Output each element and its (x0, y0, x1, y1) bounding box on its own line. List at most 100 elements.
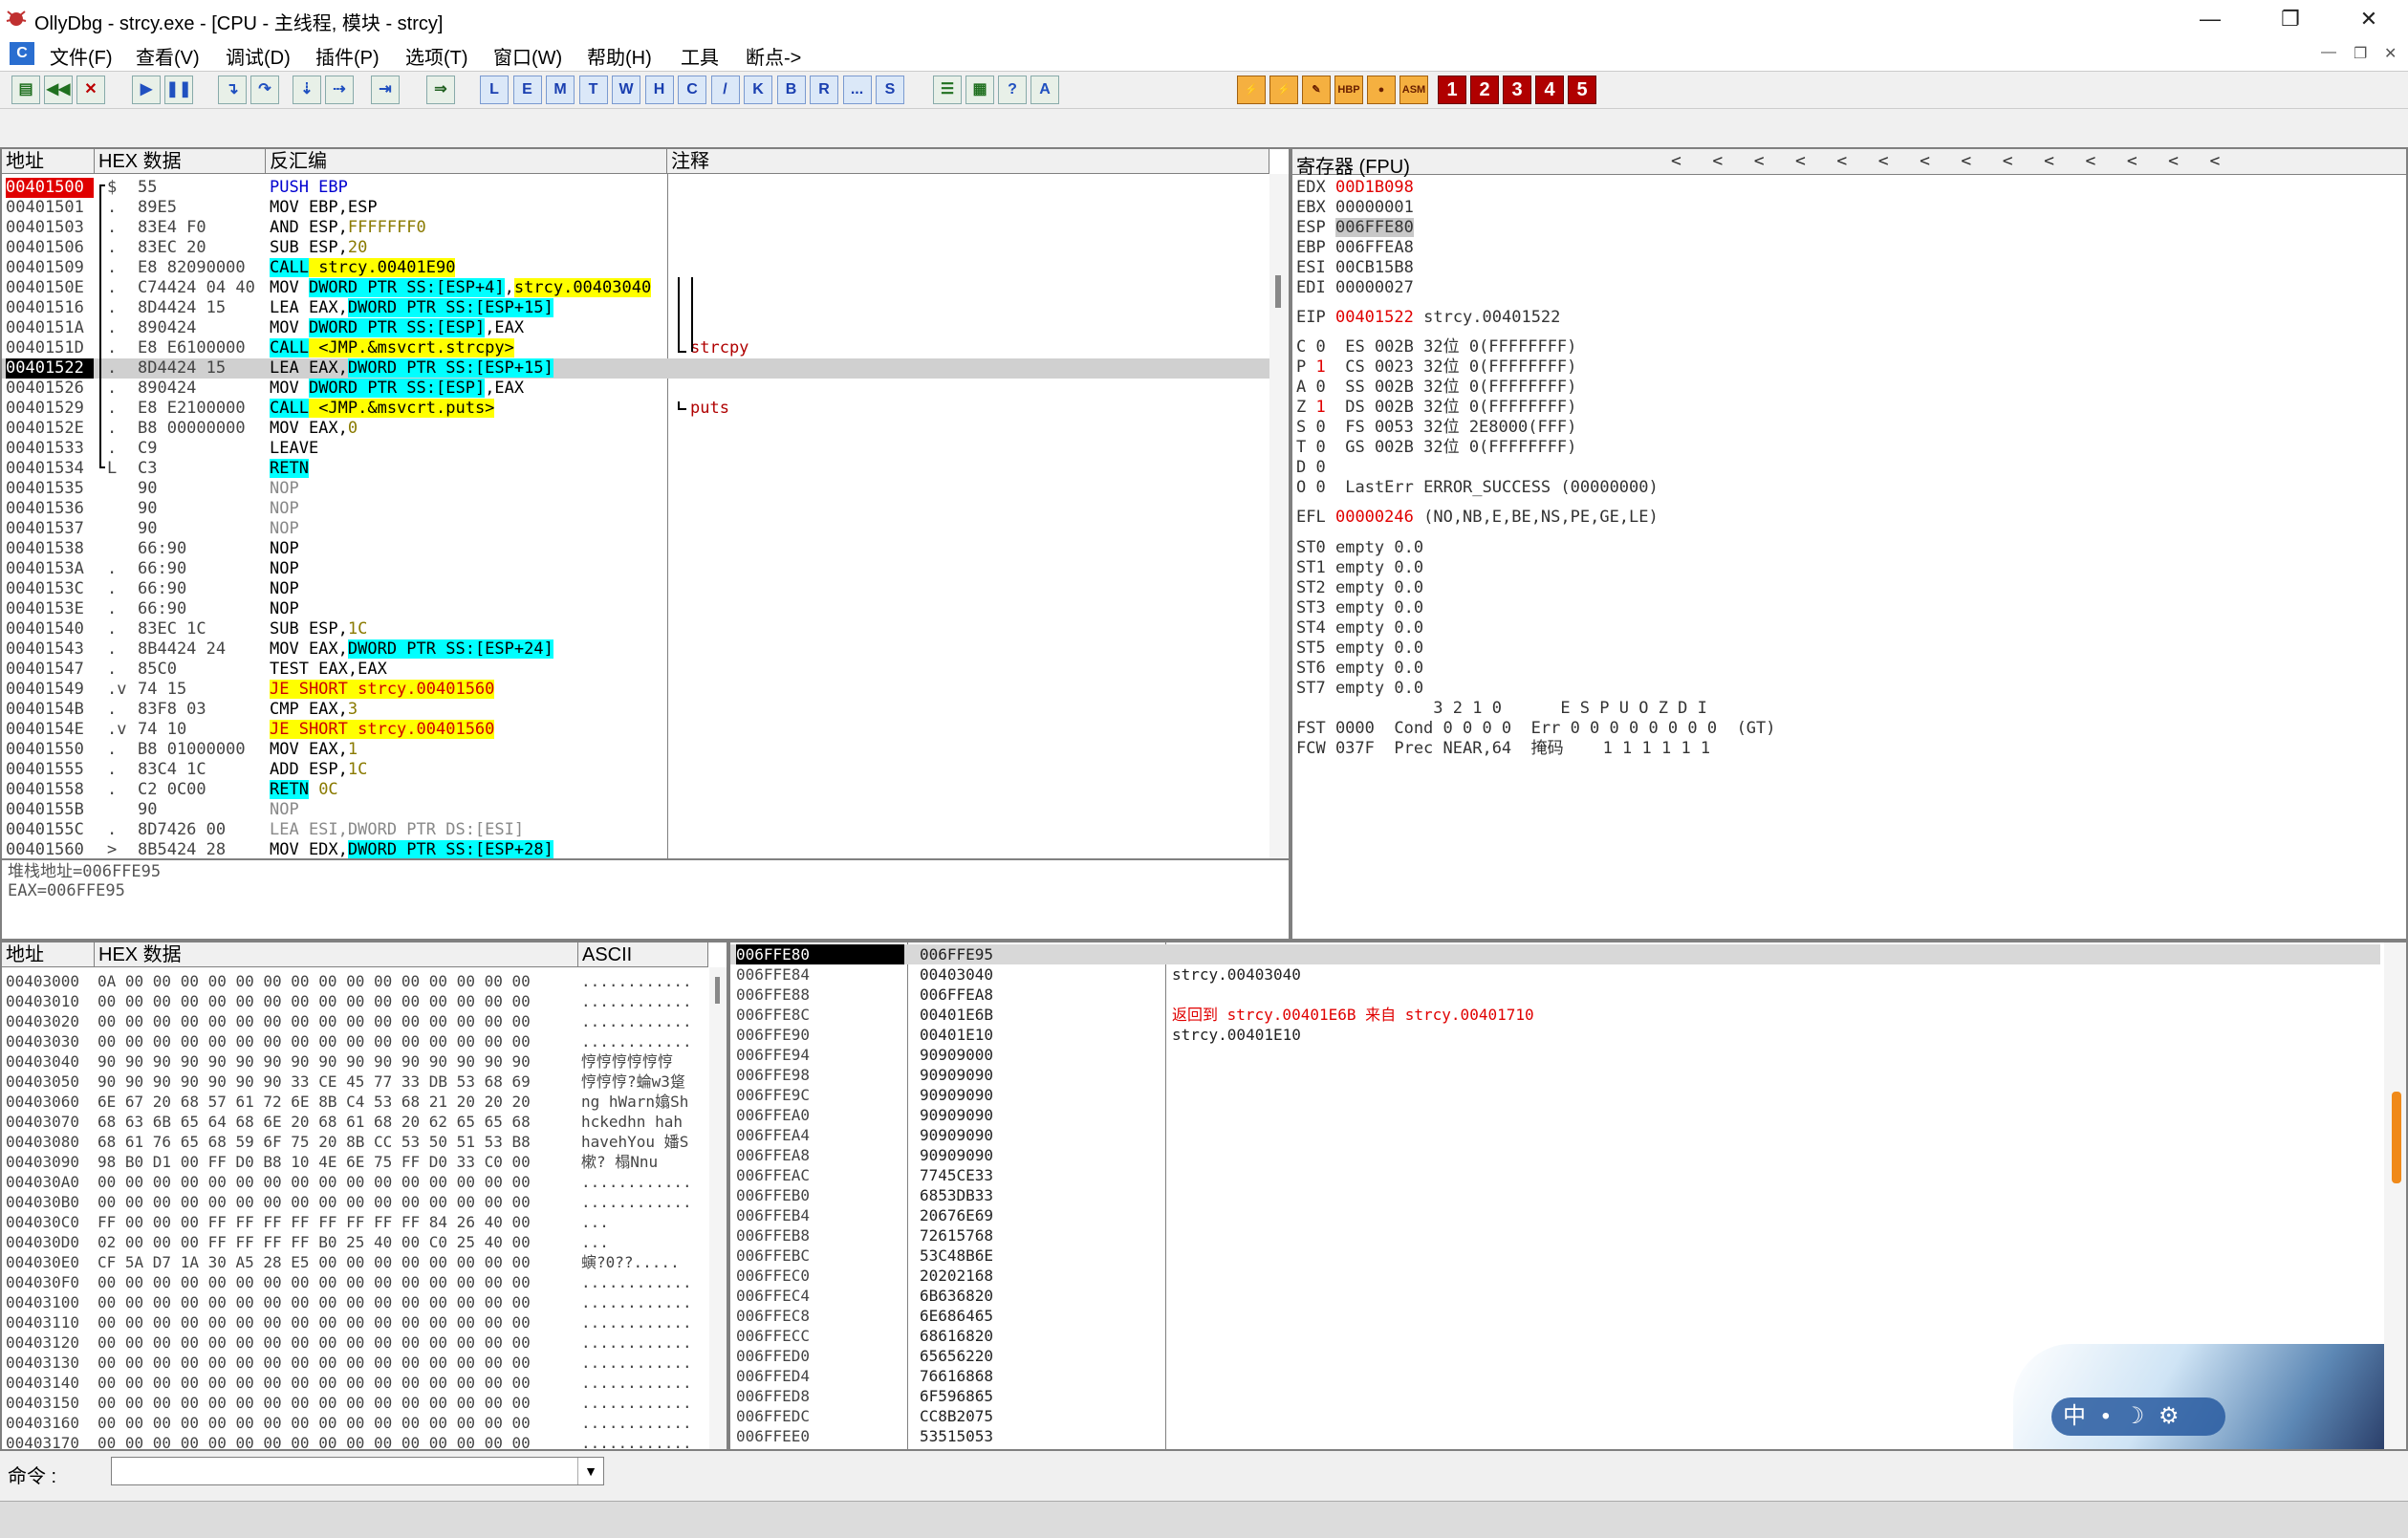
disasm-row[interactable]: 0040153C. 66:90 NOP (2, 579, 1269, 599)
register-value[interactable]: 00401522 (1335, 308, 1414, 327)
flag-value[interactable]: 0 (1316, 337, 1326, 357)
stack-row[interactable]: 006FFEC8 6E686465 (730, 1306, 2380, 1326)
breakpoint-icon[interactable]: ● (1367, 76, 1396, 104)
disasm-row[interactable]: 00401536 90 NOP (2, 499, 1269, 519)
flag-p[interactable]: P 1 CS 0023 32位 0(FFFFFFFF) (1296, 357, 1576, 378)
dump-row[interactable]: 00403100 00 00 00 00 00 00 00 00 00 00 00… (2, 1292, 709, 1312)
register-efl[interactable]: EFL 00000246 (NO,NB,E,BE,NS,PE,GE,LE) (1296, 508, 1659, 528)
disasm-row[interactable]: 0040154E .v 74 10 JE SHORT strcy.00401560 (2, 720, 1269, 740)
col-comment[interactable]: 注释 (667, 149, 1269, 174)
register-value[interactable]: 00000027 (1335, 278, 1414, 297)
register-value[interactable]: 00CB15B8 (1335, 258, 1414, 277)
grid-icon[interactable]: ▦ (965, 76, 994, 104)
mdi-minimize-button[interactable]: — (2321, 44, 2336, 61)
stack-row[interactable]: 006FFECC 68616820 (730, 1326, 2380, 1346)
tool2-icon[interactable]: ⚡ (1269, 76, 1298, 104)
stack-row[interactable]: 006FFE84 00403040 strcy.00403040 (730, 964, 2380, 985)
menu-item-1[interactable]: 查看(V) (136, 42, 200, 70)
dump-row[interactable]: 00403110 00 00 00 00 00 00 00 00 00 00 00… (2, 1312, 709, 1332)
cpu-window-icon[interactable]: C (10, 42, 34, 65)
flag-value[interactable]: 1 (1316, 398, 1326, 417)
dump-row[interactable]: 00403170 00 00 00 00 00 00 00 00 00 00 00… (2, 1433, 709, 1449)
fpu-register-st0[interactable]: ST0 empty 0.0 (1296, 538, 1423, 558)
register-edi[interactable]: EDI 00000027 (1296, 278, 1414, 298)
disasm-row[interactable]: 00401503. 83E4 F0 AND ESP,FFFFFFF0 (2, 218, 1269, 238)
ime-lang-indicator[interactable]: 中 (2063, 1403, 2086, 1429)
dump-row[interactable]: 00403000 0A 00 00 00 00 00 00 00 00 00 00… (2, 971, 709, 991)
toolbar-letter-2[interactable]: M (546, 76, 575, 104)
menu-item-6[interactable]: 帮助(H) (587, 42, 652, 70)
dump-row[interactable]: 00403040 90 90 90 90 90 90 90 90 90 90 90… (2, 1051, 709, 1072)
goto-icon[interactable]: ⇒ (426, 76, 455, 104)
register-ebp[interactable]: EBP 006FFEA8 (1296, 238, 1414, 258)
disasm-row[interactable]: 00401506. 83EC 20 SUB ESP,20 (2, 238, 1269, 258)
stack-row[interactable]: 006FFEB8 72615768 (730, 1225, 2380, 1246)
fpu-register-st5[interactable]: ST5 empty 0.0 (1296, 639, 1423, 659)
dump-row[interactable]: 00403020 00 00 00 00 00 00 00 00 00 00 00… (2, 1011, 709, 1031)
menu-item-4[interactable]: 选项(T) (405, 42, 468, 70)
register-eip[interactable]: EIP 00401522 strcy.00401522 (1296, 308, 1560, 328)
tool1-icon[interactable]: ⚡ (1237, 76, 1266, 104)
stack-row[interactable]: 006FFEA8 90909090 (730, 1145, 2380, 1165)
ime-settings-icon[interactable]: ⚙ (2159, 1403, 2180, 1429)
dump-row[interactable]: 00403130 00 00 00 00 00 00 00 00 00 00 00… (2, 1353, 709, 1373)
help-icon[interactable]: ? (998, 76, 1027, 104)
menu-item-2[interactable]: 调试(D) (226, 42, 291, 70)
disasm-row[interactable]: 0040150E. C74424 04 40 MOV DWORD PTR SS:[E… (2, 278, 1269, 298)
menu-item-3[interactable]: 插件(P) (315, 42, 380, 70)
flag-value[interactable]: 0 (1316, 438, 1326, 457)
ime-punct-icon[interactable]: • (2102, 1403, 2110, 1429)
fpu-control-word[interactable]: FCW 037F Prec NEAR,64 掩码 1 1 1 1 1 1 (1296, 739, 1710, 759)
fpu-register-st7[interactable]: ST7 empty 0.0 (1296, 679, 1423, 699)
register-esi[interactable]: ESI 00CB15B8 (1296, 258, 1414, 278)
dump-col-ascii[interactable]: ASCII (578, 942, 708, 967)
step-over-icon[interactable]: ↷ (250, 76, 279, 104)
flag-c[interactable]: C 0 ES 002B 32位 0(FFFFFFFF) (1296, 337, 1576, 357)
registers-header[interactable]: 寄存器 (FPU) (1296, 151, 1410, 179)
stack-row[interactable]: 006FFE80 006FFE95 (730, 944, 2380, 964)
toolbar-number-2[interactable]: 2 (1470, 76, 1499, 104)
stack-row[interactable]: 006FFEBC 53C48B6E (730, 1246, 2380, 1266)
flag-value[interactable]: 0 (1316, 458, 1326, 477)
stack-row[interactable]: 006FFE94 90909000 (730, 1045, 2380, 1065)
disasm-row[interactable]: 0040151D. E8 E6100000 CALL <JMP.&msvcrt.st… (2, 338, 1269, 358)
disasm-row[interactable]: 00401555. 83C4 1C ADD ESP,1C (2, 760, 1269, 780)
disasm-row[interactable]: 00401560 >8B5424 28 MOV EDX,DWORD PTR SS:[… (2, 840, 1269, 858)
font-icon[interactable]: A (1030, 76, 1059, 104)
dump-row[interactable]: 00403150 00 00 00 00 00 00 00 00 00 00 00… (2, 1393, 709, 1413)
col-address[interactable]: 地址 (2, 149, 95, 174)
toolbar-letter-7[interactable]: / (710, 76, 740, 104)
disasm-row[interactable]: 0040154B. 83F8 03 CMP EAX,3 (2, 700, 1269, 720)
menu-item-7[interactable]: 工具 (681, 42, 719, 70)
flag-value[interactable]: 1 (1316, 357, 1326, 377)
disasm-row[interactable]: 00401526. 890424 MOV DWORD PTR SS:[ESP],EA… (2, 379, 1269, 399)
register-scroll-arrows[interactable]: < < < < < < < < < < < < < < (1671, 151, 2220, 171)
restart-icon[interactable]: ◀◀ (44, 76, 73, 104)
col-disassembly[interactable]: 反汇编 (266, 149, 667, 174)
toolbar-letter-10[interactable]: R (810, 76, 838, 104)
close-process-icon[interactable]: ✕ (76, 76, 105, 104)
dump-row[interactable]: 00403080 68 61 76 65 68 59 6F 75 20 8B CC… (2, 1132, 709, 1152)
dump-row[interactable]: 00403030 00 00 00 00 00 00 00 00 00 00 00… (2, 1031, 709, 1051)
stack-row[interactable]: 006FFEA4 90909090 (730, 1125, 2380, 1145)
ime-moon-icon[interactable]: ☽ (2124, 1403, 2145, 1429)
register-ebx[interactable]: EBX 00000001 (1296, 198, 1414, 218)
toolbar-letter-0[interactable]: L (480, 76, 509, 104)
command-input[interactable]: ▼ (111, 1457, 604, 1485)
tool3-icon[interactable]: ✎ (1302, 76, 1331, 104)
fpu-register-st2[interactable]: ST2 empty 0.0 (1296, 578, 1423, 598)
fpu-register-st1[interactable]: ST1 empty 0.0 (1296, 558, 1423, 578)
toolbar-letter-4[interactable]: W (612, 76, 640, 104)
stack-row[interactable]: 006FFEC0 20202168 (730, 1266, 2380, 1286)
mdi-close-button[interactable]: ✕ (2384, 44, 2397, 63)
pause-icon[interactable]: ❚❚ (164, 76, 193, 104)
menu-item-8[interactable]: 断点-> (746, 42, 801, 70)
toolbar-letter-12[interactable]: S (876, 76, 904, 104)
register-value[interactable]: 00000246 (1335, 508, 1414, 527)
dump-col-address[interactable]: 地址 (2, 942, 95, 967)
dump-row[interactable]: 00403140 00 00 00 00 00 00 00 00 00 00 00… (2, 1373, 709, 1393)
dump-col-hex[interactable]: HEX 数据 (95, 942, 578, 967)
dump-row[interactable]: 004030A0 00 00 00 00 00 00 00 00 00 00 00… (2, 1172, 709, 1192)
step-into-icon[interactable]: ↴ (218, 76, 247, 104)
dump-row[interactable]: 004030B0 00 00 00 00 00 00 00 00 00 00 00… (2, 1192, 709, 1212)
